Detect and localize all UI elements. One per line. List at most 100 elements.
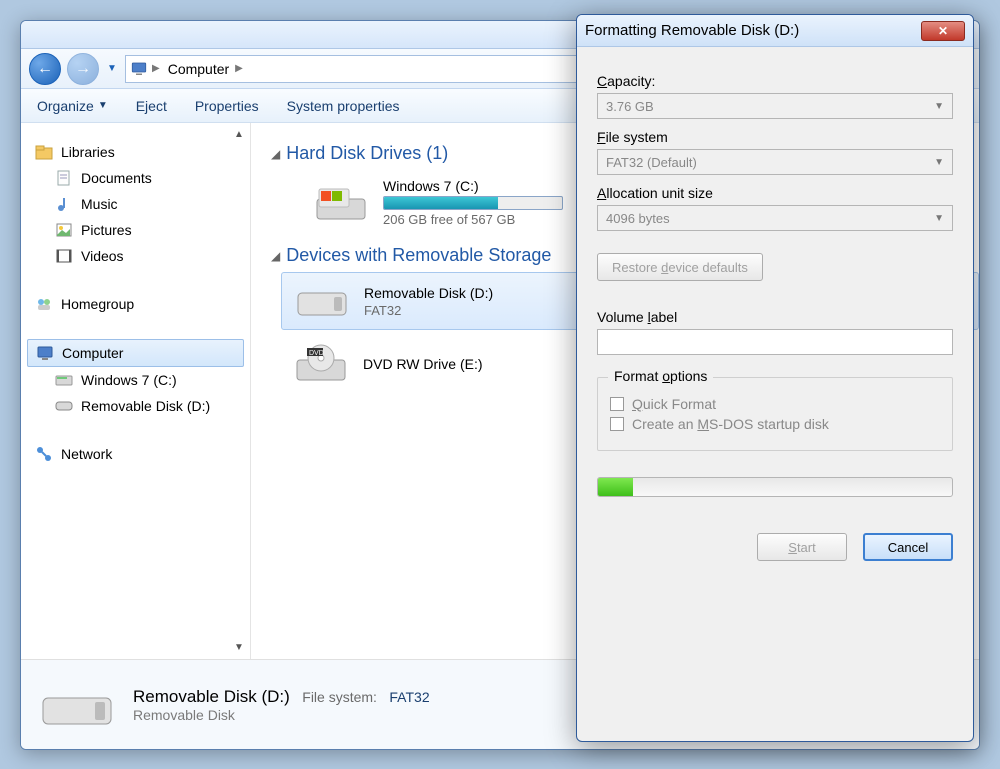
details-fs-value: FAT32 [389,689,429,705]
quick-format-label: Quick Format [632,396,716,412]
sidebar-homegroup-label: Homegroup [61,296,134,312]
chevron-down-icon: ▼ [934,213,944,224]
format-options-group: Format options Quick Format Create an MS… [597,377,953,451]
sidebar-item-label: Windows 7 (C:) [81,372,177,388]
restore-defaults-label: Restore device defaults [612,260,748,275]
quick-format-checkbox[interactable]: Quick Format [610,396,940,412]
sidebar-windows-c[interactable]: Windows 7 (C:) [27,367,244,393]
msdos-checkbox[interactable]: Create an MS-DOS startup disk [610,416,940,432]
details-title: Removable Disk (D:) [133,687,290,706]
restore-defaults-button[interactable]: Restore device defaults [597,253,763,281]
arrow-right-icon: → [75,60,91,78]
dialog-body: Capacity: 3.76 GB ▼ File system FAT32 (D… [577,47,973,741]
dialog-title: Formatting Removable Disk (D:) [585,22,799,39]
dialog-titlebar[interactable]: Formatting Removable Disk (D:) ✕ [577,15,973,47]
toolbar-organize[interactable]: Organize ▼ [37,98,108,114]
toolbar-properties[interactable]: Properties [195,98,259,114]
volume-label-label: Volume label [597,309,953,325]
chevron-down-icon: ▼ [934,101,944,112]
toolbar-properties-label: Properties [195,98,259,114]
progress-fill [598,478,633,496]
libraries-icon [35,143,53,161]
sidebar-removable-d[interactable]: Removable Disk (D:) [27,393,244,419]
capacity-fill [384,197,498,209]
removable-drive-icon [294,281,350,321]
section-label: Hard Disk Drives (1) [286,143,448,164]
arrow-left-icon: ← [37,60,53,78]
pictures-icon [55,221,73,239]
capacity-label: Capacity: [597,73,953,89]
dialog-footer: Start Cancel [597,533,953,561]
collapse-icon: ◢ [271,249,280,263]
allocation-value: 4096 bytes [606,211,670,226]
start-button-label: Start [788,540,815,555]
hdd-icon [313,183,369,223]
sidebar-music[interactable]: Music [27,191,244,217]
allocation-label: Allocation unit size [597,185,953,201]
capacity-select[interactable]: 3.76 GB ▼ [597,93,953,119]
details-subtitle: Removable Disk [133,707,430,723]
sidebar-libraries-label: Libraries [61,144,115,160]
sidebar-documents[interactable]: Documents [27,165,244,191]
section-label: Devices with Removable Storage [286,245,551,266]
checkbox-icon [610,397,624,411]
content-scroll-up-icon[interactable]: ▲ [251,129,256,140]
sidebar-videos[interactable]: Videos [27,243,244,269]
sidebar-network-label: Network [61,446,112,462]
format-options-legend: Format options [608,368,713,384]
nav-forward-button[interactable]: → [67,53,99,85]
toolbar-eject[interactable]: Eject [136,98,167,114]
nav-back-button[interactable]: ← [29,53,61,85]
details-fs-label: File system: [302,689,377,705]
capacity-bar [383,196,563,210]
sidebar-item-label: Music [81,196,118,212]
documents-icon [55,169,73,187]
scroll-up-icon[interactable]: ▲ [232,129,246,140]
scroll-down-icon[interactable]: ▼ [232,642,246,653]
breadcrumb-computer[interactable]: Computer ▶ [164,59,247,79]
drive-icon [55,397,73,415]
chevron-right-icon: ▶ [235,63,243,74]
sidebar-network[interactable]: Network [27,441,244,467]
breadcrumb-separator-icon: ▶ [152,63,160,74]
filesystem-select[interactable]: FAT32 (Default) ▼ [597,149,953,175]
toolbar-organize-label: Organize [37,98,94,114]
videos-icon [55,247,73,265]
drive-subtitle: 206 GB free of 567 GB [383,212,563,227]
sidebar-pictures[interactable]: Pictures [27,217,244,243]
network-icon [35,445,53,463]
drive-icon [55,371,73,389]
details-drive-icon [37,685,117,725]
toolbar-system-properties-label: System properties [287,98,400,114]
volume-label-input[interactable] [597,329,953,355]
drive-title: DVD RW Drive (E:) [363,356,483,372]
toolbar-eject-label: Eject [136,98,167,114]
drive-info: Removable Disk (D:) FAT32 [364,285,493,318]
sidebar-item-label: Documents [81,170,152,186]
computer-icon [130,60,148,78]
sidebar-computer[interactable]: Computer [27,339,244,367]
dialog-close-button[interactable]: ✕ [921,21,965,41]
navigation-pane: ▲ Libraries Documents Music Pictures [21,123,251,659]
details-text: Removable Disk (D:) File system: FAT32 R… [133,687,430,723]
sidebar-item-label: Removable Disk (D:) [81,398,210,414]
drive-info: DVD RW Drive (E:) [363,356,483,372]
start-button[interactable]: Start [757,533,847,561]
nav-history-dropdown[interactable]: ▼ [105,62,119,76]
drive-subtitle: FAT32 [364,303,493,318]
homegroup-icon [35,295,53,313]
msdos-label: Create an MS-DOS startup disk [632,416,829,432]
allocation-select[interactable]: 4096 bytes ▼ [597,205,953,231]
drive-info: Windows 7 (C:) 206 GB free of 567 GB [383,178,563,227]
drive-title: Windows 7 (C:) [383,178,563,194]
cancel-button-label: Cancel [888,540,928,555]
filesystem-label: File system [597,129,953,145]
sidebar-homegroup[interactable]: Homegroup [27,291,244,317]
checkbox-icon [610,417,624,431]
content-scroll-down-icon[interactable]: ▼ [251,642,256,653]
computer-icon [36,344,54,362]
drive-title: Removable Disk (D:) [364,285,493,301]
toolbar-system-properties[interactable]: System properties [287,98,400,114]
cancel-button[interactable]: Cancel [863,533,953,561]
sidebar-libraries[interactable]: Libraries [27,139,244,165]
